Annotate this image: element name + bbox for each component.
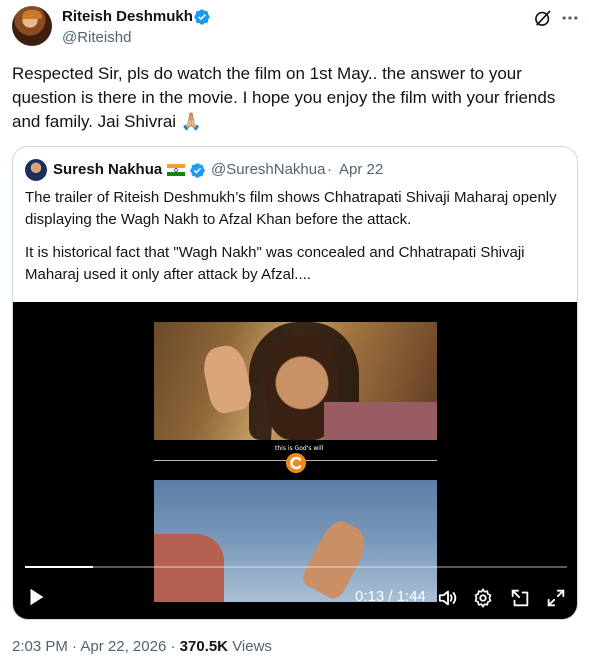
play-icon[interactable] [25,586,47,608]
video-progress-bar[interactable] [25,566,567,568]
quote-date[interactable]: Apr 22 [339,161,383,179]
volume-icon[interactable] [437,587,459,609]
quote-author-handle[interactable]: @SureshNakhua [211,161,325,179]
quote-paragraph: It is historical fact that "Wagh Nakh" w… [25,244,525,283]
author-avatar[interactable] [12,6,52,46]
grok-icon[interactable] [533,8,553,28]
quote-author-avatar[interactable] [25,159,47,181]
views-count: 370.5K [179,638,229,655]
tweet-date[interactable]: Apr 22, 2026 [80,638,166,655]
views-label: Views [232,638,272,655]
tweet: Riteish Deshmukh @Riteishd Respected Sir… [0,0,589,670]
quote-separator: · [327,161,332,178]
tweet-time[interactable]: 2:03 PM [12,638,68,655]
video-frame-bottom [154,480,437,602]
picture-in-picture-icon[interactable] [509,587,531,609]
india-flag-icon [167,164,185,176]
video-time: 0:13 / 1:44 [355,588,426,605]
quote-paragraph: The trailer of Riteish Deshmukh’s film s… [25,189,557,228]
author-name[interactable]: Riteish Deshmukh [62,7,193,27]
tweet-text: Respected Sir, pls do watch the film on … [12,64,556,131]
quote-verified-badge-icon [190,163,205,178]
tweet-meta: 2:03 PM · Apr 22, 2026 · 370.5K Views [12,637,272,657]
verified-badge-icon [194,9,210,25]
channel-logo-icon [286,453,306,473]
meta-separator: · [170,638,176,655]
fullscreen-icon[interactable] [545,587,567,609]
video-progress-fill [25,566,93,568]
video-player[interactable]: this is God's will 0:13 / 1:44 [13,302,577,619]
author-handle[interactable]: @Riteishd [62,28,131,48]
video-frame-top [154,322,437,440]
meta-separator: · [72,638,78,655]
quoted-tweet[interactable]: Suresh Nakhua @SureshNakhua · Apr 22 The… [12,146,578,620]
quote-text: The trailer of Riteish Deshmukh’s film s… [25,187,570,286]
quote-author-name[interactable]: Suresh Nakhua [53,161,162,179]
video-caption: this is God's will [275,445,324,452]
settings-gear-icon[interactable] [472,587,494,609]
more-options-icon[interactable] [560,8,580,28]
